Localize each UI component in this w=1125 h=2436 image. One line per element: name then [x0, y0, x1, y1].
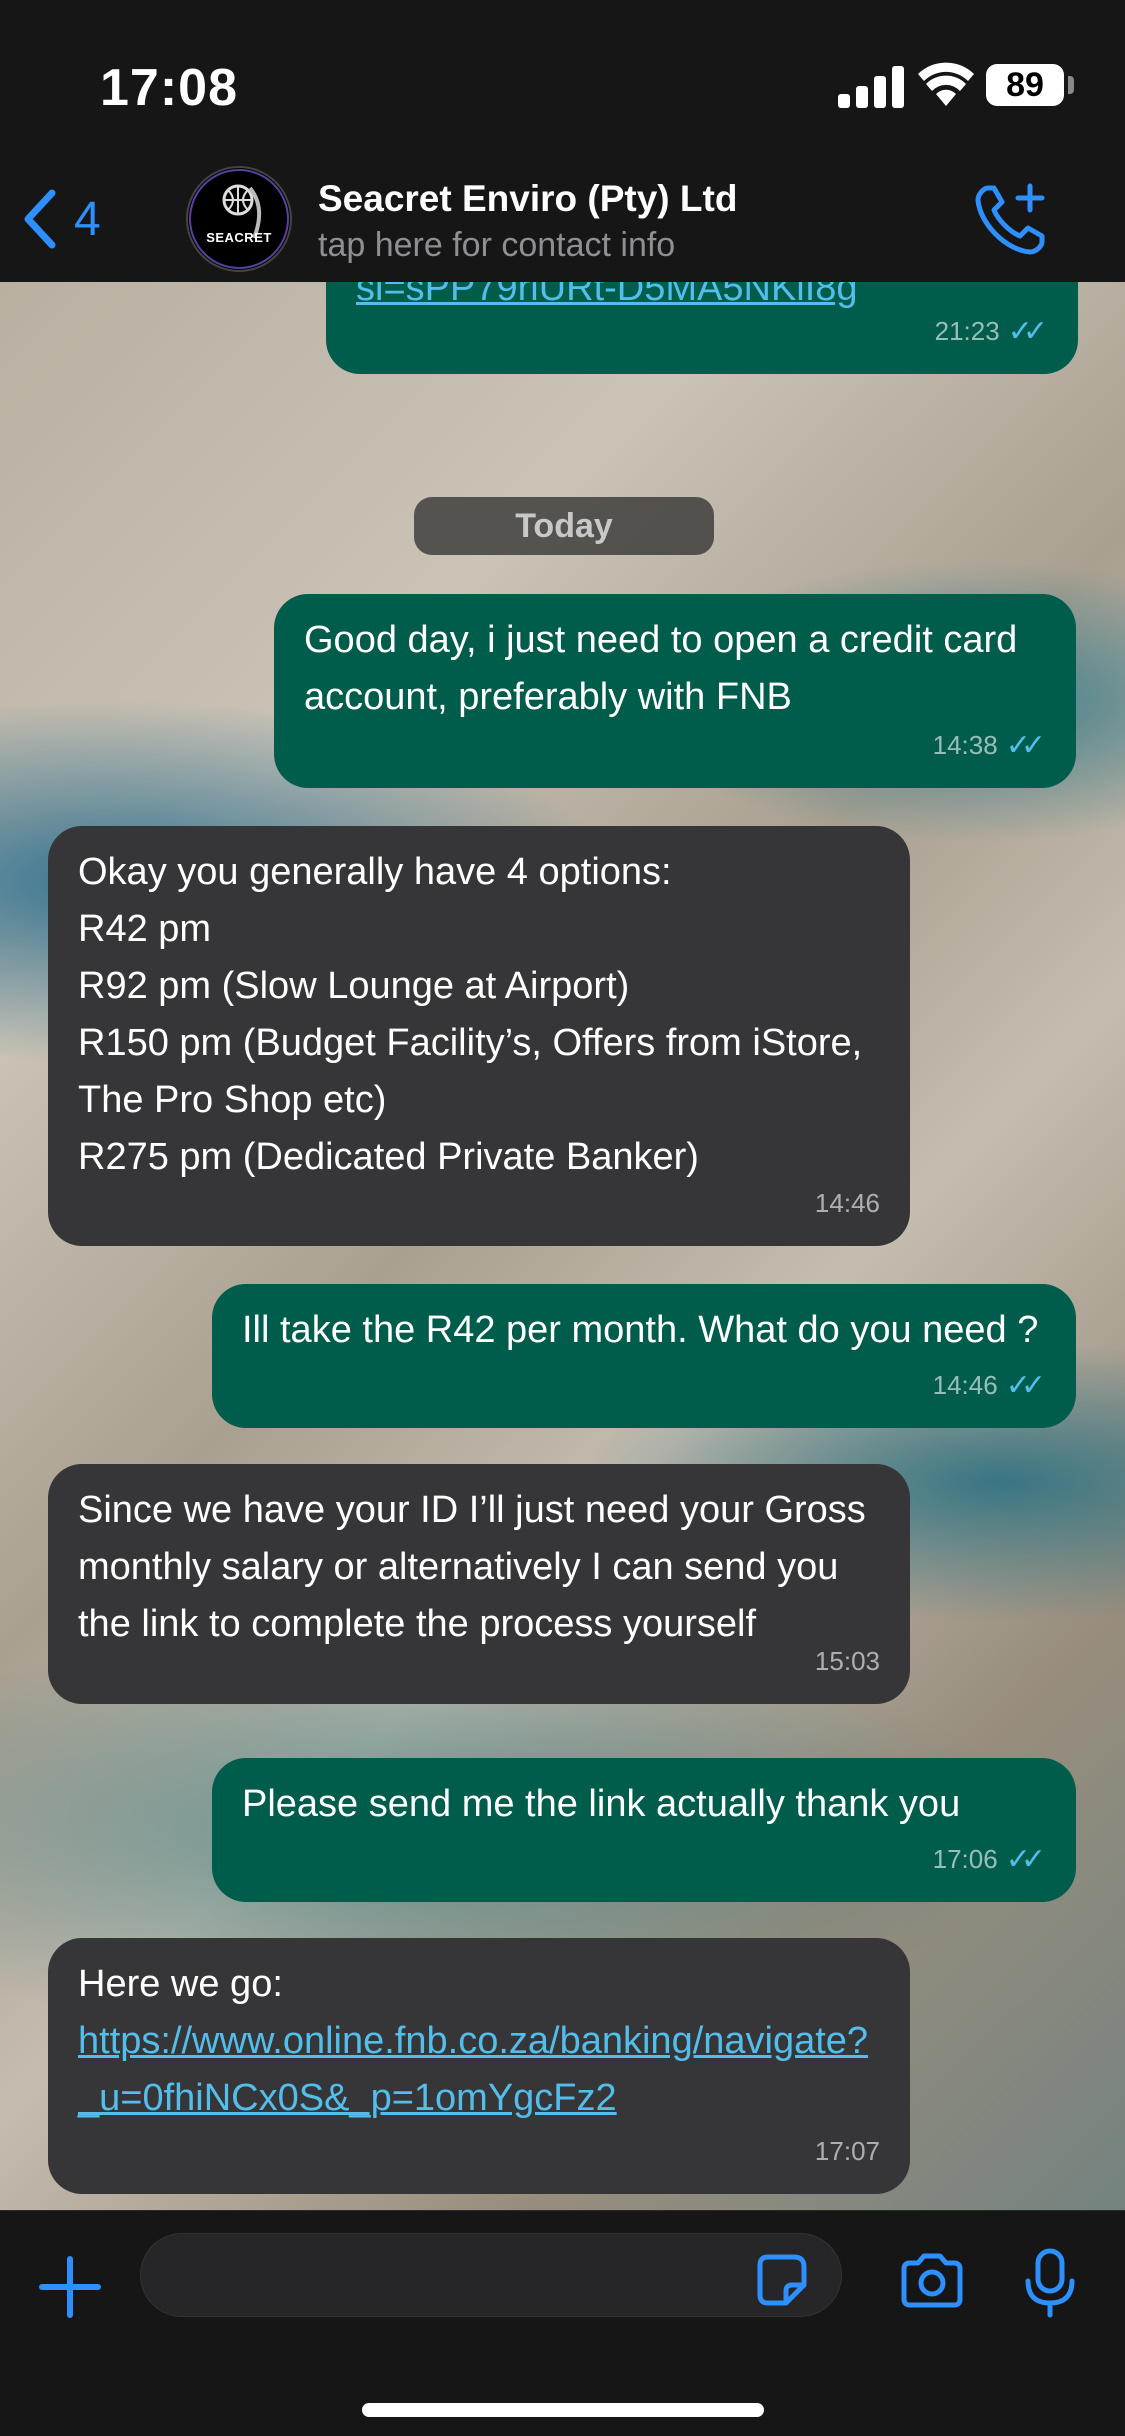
message-text: Okay you generally have 4 options: R42 p… — [78, 851, 863, 1178]
avatar[interactable]: SEACRET — [186, 166, 292, 272]
message-outgoing[interactable]: si=sPP79riURt-D5MA5NKlI8g 21:23 ✓✓ — [326, 282, 1078, 374]
wallpaper — [0, 282, 1125, 2210]
sticker-icon[interactable] — [752, 2251, 810, 2309]
message-time: 21:23 — [934, 316, 1000, 346]
message-text: Good day, i just need to open a credit c… — [304, 619, 1028, 718]
message-meta: 14:38 ✓✓ — [933, 717, 1046, 774]
plus-icon[interactable] — [38, 2255, 102, 2319]
home-indicator[interactable] — [362, 2403, 764, 2417]
message-incoming[interactable]: Okay you generally have 4 options: R42 p… — [48, 826, 910, 1246]
message-meta: 17:06 ✓✓ — [933, 1831, 1046, 1888]
message-outgoing[interactable]: Ill take the R42 per month. What do you … — [212, 1284, 1076, 1428]
status-bar: 17:08 89 — [0, 0, 1125, 160]
message-time: 17:06 — [932, 1844, 998, 1874]
message-time: 17:07 — [814, 2136, 880, 2166]
date-separator: Today — [414, 497, 714, 555]
read-receipt-icon: ✓✓ — [1007, 315, 1048, 348]
camera-icon[interactable] — [898, 2253, 966, 2309]
message-time: 14:38 — [932, 730, 998, 760]
read-receipt-icon: ✓✓ — [1005, 729, 1046, 762]
chevron-left-icon — [24, 189, 56, 249]
globe-logo-icon — [189, 169, 289, 269]
message-meta: 14:46 — [815, 1175, 880, 1232]
message-text: Since we have your ID I’ll just need you… — [78, 1489, 877, 1645]
read-receipt-icon: ✓✓ — [1005, 1369, 1046, 1402]
message-text: Please send me the link actually thank y… — [242, 1783, 961, 1825]
cellular-signal-icon — [838, 66, 904, 108]
message-meta: 14:46 ✓✓ — [933, 1357, 1046, 1414]
message-text: Here we go: — [78, 1963, 283, 2005]
message-outgoing[interactable]: Please send me the link actually thank y… — [212, 1758, 1076, 1902]
wifi-icon — [918, 62, 974, 106]
message-outgoing[interactable]: Good day, i just need to open a credit c… — [274, 594, 1076, 788]
status-time: 17:08 — [100, 59, 238, 117]
message-input[interactable] — [140, 2233, 842, 2317]
battery-tip — [1068, 76, 1074, 94]
whatsapp-chat-screen: 17:08 89 4 SEACRET Seacret Enviro (Pty) … — [0, 0, 1125, 2436]
message-meta: 21:23 ✓✓ — [935, 303, 1048, 360]
microphone-icon[interactable] — [1024, 2247, 1076, 2319]
message-meta: 15:03 — [815, 1633, 880, 1690]
contact-name[interactable]: Seacret Enviro (Pty) Ltd — [318, 178, 737, 220]
message-meta: 17:07 — [815, 2123, 880, 2180]
contact-info-hint[interactable]: tap here for contact info — [318, 226, 675, 265]
read-receipt-icon: ✓✓ — [1005, 1843, 1046, 1876]
message-composer — [0, 2210, 1125, 2436]
message-time: 14:46 — [932, 1370, 998, 1400]
message-time: 15:03 — [814, 1646, 880, 1676]
message-text: Ill take the R42 per month. What do you … — [242, 1309, 1039, 1351]
avatar-label: SEACRET — [206, 230, 272, 245]
message-time: 14:46 — [814, 1188, 880, 1218]
add-call-icon[interactable] — [972, 180, 1052, 260]
chat-area[interactable]: si=sPP79riURt-D5MA5NKlI8g 21:23 ✓✓ Today… — [0, 282, 1125, 2210]
back-button[interactable]: 4 — [22, 184, 101, 254]
message-link[interactable]: si=sPP79riURt-D5MA5NKlI8g — [356, 282, 858, 309]
unread-count: 4 — [74, 192, 101, 246]
chat-header: 4 SEACRET Seacret Enviro (Pty) Ltd tap h… — [0, 160, 1125, 283]
message-incoming[interactable]: Here we go: https://www.online.fnb.co.za… — [48, 1938, 910, 2194]
message-link[interactable]: https://www.online.fnb.co.za/banking/nav… — [78, 2020, 868, 2119]
battery-icon: 89 — [986, 64, 1064, 106]
message-incoming[interactable]: Since we have your ID I’ll just need you… — [48, 1464, 910, 1704]
